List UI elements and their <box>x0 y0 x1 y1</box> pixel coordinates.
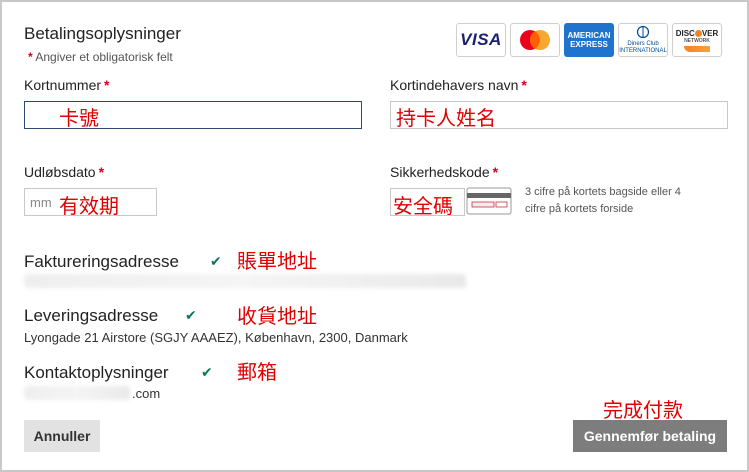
check-icon: ✔ <box>185 307 197 323</box>
shipping-annotation: 收貨地址 <box>237 304 317 328</box>
diners-line2: INTERNATIONAL <box>619 47 667 54</box>
card-number-annotation: 卡號 <box>59 106 99 130</box>
check-icon: ✔ <box>201 364 213 380</box>
cvv-label-text: Sikkerhedskode <box>390 164 490 180</box>
billing-address-redacted <box>24 274 466 288</box>
card-logos: VISA AMERICAN EXPRESS Diners Club INTERN… <box>456 23 722 57</box>
contact-info-title: Kontaktoplysninger <box>24 363 169 382</box>
mastercard-logo-icon <box>510 23 560 57</box>
discover-line1: DISC <box>675 28 695 38</box>
diners-club-logo-icon: Diners Club INTERNATIONAL <box>618 23 668 57</box>
required-star: * <box>492 164 499 180</box>
visa-text: VISA <box>460 30 502 49</box>
expiry-label: Udløbsdato * <box>24 164 104 180</box>
billing-address-title: Faktureringsadresse <box>24 252 179 271</box>
card-holder-label-text: Kortindehavers navn <box>390 77 519 93</box>
card-number-label: Kortnummer * <box>24 77 109 93</box>
cvv-label: Sikkerhedskode * <box>390 164 498 180</box>
amex-line2: EXPRESS <box>570 40 608 49</box>
shipping-address-title: Leveringsadresse <box>24 306 159 325</box>
cvv-hint-line1: 3 cifre på kortets bagside eller 4 <box>525 186 681 198</box>
card-holder-annotation: 持卡人姓名 <box>396 106 496 130</box>
required-note: * Angiver et obligatorisk felt <box>28 50 173 64</box>
expiry-annotation: 有效期 <box>59 194 119 218</box>
discover-bar <box>683 45 710 52</box>
card-holder-label: Kortindehavers navn * <box>390 77 527 93</box>
required-star: * <box>28 50 33 64</box>
email-redacted <box>24 386 130 400</box>
expiry-label-text: Udløbsdato <box>24 164 96 180</box>
cvv-hint: 3 cifre på kortets bagside eller 4 cifre… <box>525 184 681 218</box>
pay-annotation: 完成付款 <box>603 398 683 422</box>
card-number-label-text: Kortnummer <box>24 77 102 93</box>
check-icon: ✔ <box>210 253 222 269</box>
amex-line1: AMERICAN <box>567 31 611 40</box>
required-star: * <box>98 164 105 180</box>
discover-logo-icon: DISC VER NETWORK <box>672 23 722 57</box>
required-star: * <box>104 77 110 93</box>
email-suffix: .com <box>132 386 161 401</box>
complete-payment-button[interactable]: Gennemfør betaling <box>573 420 727 452</box>
required-star: * <box>521 77 527 93</box>
cancel-button[interactable]: Annuller <box>24 420 100 452</box>
billing-annotation: 賬單地址 <box>237 249 317 273</box>
expiry-placeholder: mm <box>30 195 52 210</box>
required-note-text: Angiver et obligatorisk felt <box>35 50 173 64</box>
shipping-address-text: Lyongade 21 Airstore (SGJY AAAEZ), Køben… <box>24 330 408 345</box>
amex-logo-icon: AMERICAN EXPRESS <box>564 23 614 57</box>
diners-mark-icon <box>636 25 650 38</box>
discover-o-icon <box>694 29 702 37</box>
contact-annotation: 郵箱 <box>237 360 277 384</box>
payment-dialog: Betalingsoplysninger * Angiver et obliga… <box>0 0 749 472</box>
cvv-hint-line2: cifre på kortets forside <box>525 203 634 215</box>
discover-line2: VER <box>701 28 719 38</box>
cvv-annotation: 安全碼 <box>393 194 453 218</box>
visa-logo-icon: VISA <box>456 23 506 57</box>
cvv-card-icon <box>466 187 512 215</box>
diners-line1: Diners Club <box>627 40 659 47</box>
mastercard-circles <box>520 30 550 50</box>
page-title: Betalingsoplysninger <box>24 24 181 43</box>
discover-line3: NETWORK <box>684 37 710 44</box>
